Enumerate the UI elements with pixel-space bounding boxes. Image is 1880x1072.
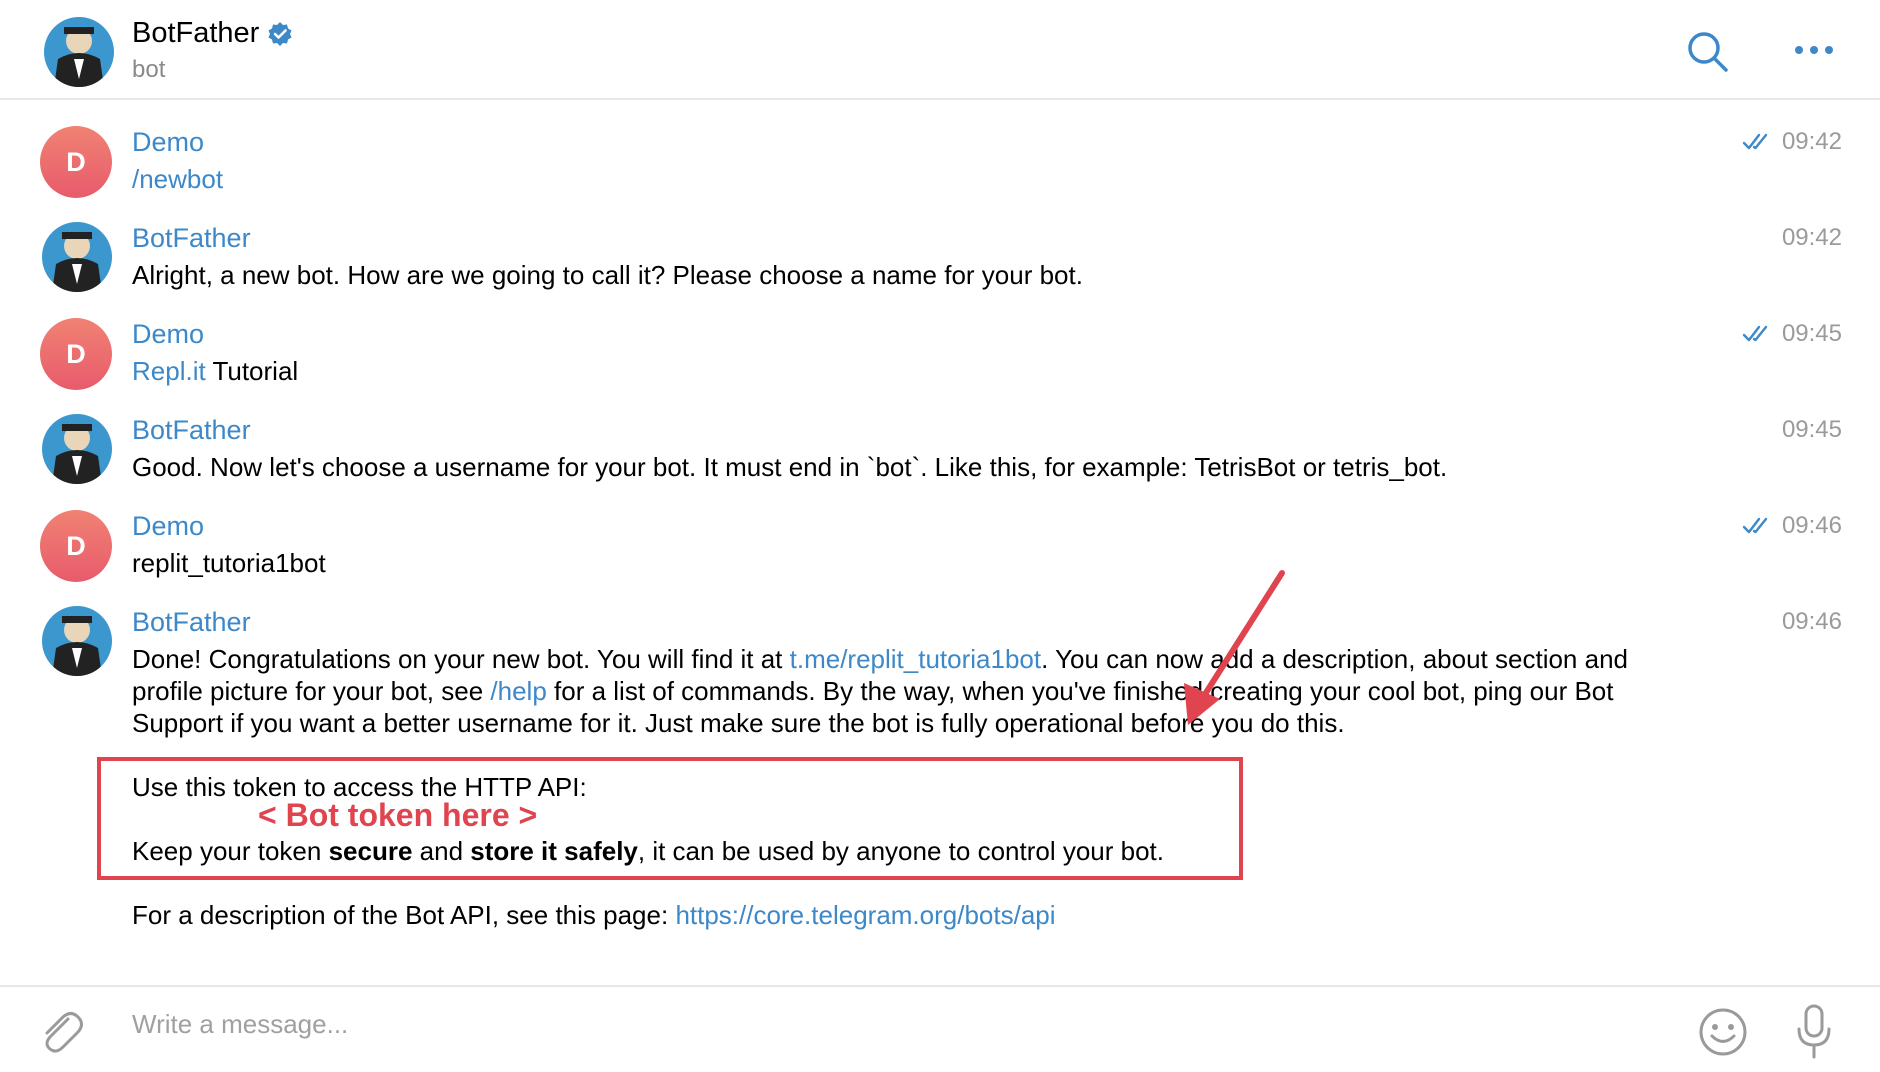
botfather-avatar[interactable] bbox=[42, 606, 112, 676]
api-description: For a description of the Bot API, see th… bbox=[132, 899, 1056, 931]
chat-subtitle: bot bbox=[132, 56, 166, 83]
botfather-avatar[interactable] bbox=[42, 414, 112, 484]
message-text: Good. Now let's choose a username for yo… bbox=[132, 452, 1448, 482]
command-link[interactable]: /newbot bbox=[132, 164, 223, 194]
attach-icon[interactable] bbox=[38, 1007, 84, 1055]
search-icon[interactable] bbox=[1686, 30, 1730, 74]
demo-avatar[interactable]: D bbox=[40, 510, 112, 582]
message-text: Tutorial bbox=[205, 356, 299, 386]
message-time: 09:46 bbox=[1742, 512, 1842, 540]
microphone-icon[interactable] bbox=[1794, 1003, 1834, 1061]
text-span: Support if you want a better username fo… bbox=[132, 708, 1345, 738]
message-input[interactable]: Write a message... bbox=[132, 1009, 348, 1040]
bot-link[interactable]: t.me/replit_tutoria1bot bbox=[790, 644, 1041, 674]
message-time: 09:46 bbox=[1782, 608, 1842, 636]
message-time: 09:42 bbox=[1742, 128, 1842, 156]
text-span: . You can now add a description, about s… bbox=[1041, 644, 1628, 674]
message-paragraph: Done! Congratulations on your new bot. Y… bbox=[132, 643, 1628, 739]
chat-header: BotFather bot bbox=[0, 0, 1880, 100]
botfather-avatar[interactable] bbox=[42, 222, 112, 292]
message-time: 09:45 bbox=[1782, 416, 1842, 444]
text-span: profile picture for your bot, see bbox=[132, 676, 491, 706]
avatar-initial: D bbox=[66, 530, 86, 561]
time-text: 09:46 bbox=[1781, 512, 1842, 539]
demo-avatar[interactable]: D bbox=[40, 126, 112, 198]
verified-badge-icon bbox=[268, 21, 292, 46]
more-options-icon[interactable] bbox=[1794, 44, 1834, 56]
double-check-icon bbox=[1742, 133, 1768, 150]
demo-avatar[interactable]: D bbox=[40, 318, 112, 390]
inline-link[interactable]: Repl.it bbox=[132, 356, 206, 386]
time-text: 09:42 bbox=[1781, 128, 1842, 155]
message-text: replit_tutoria1bot bbox=[132, 548, 326, 578]
time-text: 09:46 bbox=[1781, 608, 1842, 635]
message-text: Alright, a new bot. How are we going to … bbox=[132, 260, 1083, 290]
double-check-icon bbox=[1742, 517, 1768, 534]
sender-name[interactable]: Demo bbox=[132, 511, 204, 542]
sender-name[interactable]: Demo bbox=[132, 127, 204, 158]
help-link[interactable]: /help bbox=[490, 676, 546, 706]
chat-title-text: BotFather bbox=[132, 17, 260, 49]
annotation-arrow-icon bbox=[1184, 570, 1285, 725]
text-span: Done! Congratulations on your new bot. Y… bbox=[132, 644, 790, 674]
avatar-initial: D bbox=[66, 338, 86, 369]
time-text: 09:45 bbox=[1781, 416, 1842, 443]
message-time: 09:45 bbox=[1742, 320, 1842, 348]
message-composer: Write a message... bbox=[0, 985, 1880, 1072]
text-span: for a list of commands. By the way, when… bbox=[546, 676, 1614, 706]
botfather-avatar[interactable] bbox=[44, 17, 114, 92]
text-span: For a description of the Bot API, see th… bbox=[132, 900, 676, 930]
double-check-icon bbox=[1742, 325, 1768, 342]
message-time: 09:42 bbox=[1782, 224, 1842, 252]
emoji-icon[interactable] bbox=[1698, 1007, 1748, 1057]
sender-name[interactable]: BotFather bbox=[132, 607, 251, 638]
time-text: 09:45 bbox=[1781, 320, 1842, 347]
time-text: 09:42 bbox=[1781, 224, 1842, 251]
sender-name[interactable]: Demo bbox=[132, 319, 204, 350]
chat-title: BotFather bbox=[132, 17, 293, 50]
sender-name[interactable]: BotFather bbox=[132, 415, 251, 446]
api-link[interactable]: https://core.telegram.org/bots/api bbox=[675, 900, 1055, 930]
sender-name[interactable]: BotFather bbox=[132, 223, 251, 254]
avatar-initial: D bbox=[66, 146, 86, 177]
annotation-label: < Bot token here > bbox=[258, 797, 538, 833]
